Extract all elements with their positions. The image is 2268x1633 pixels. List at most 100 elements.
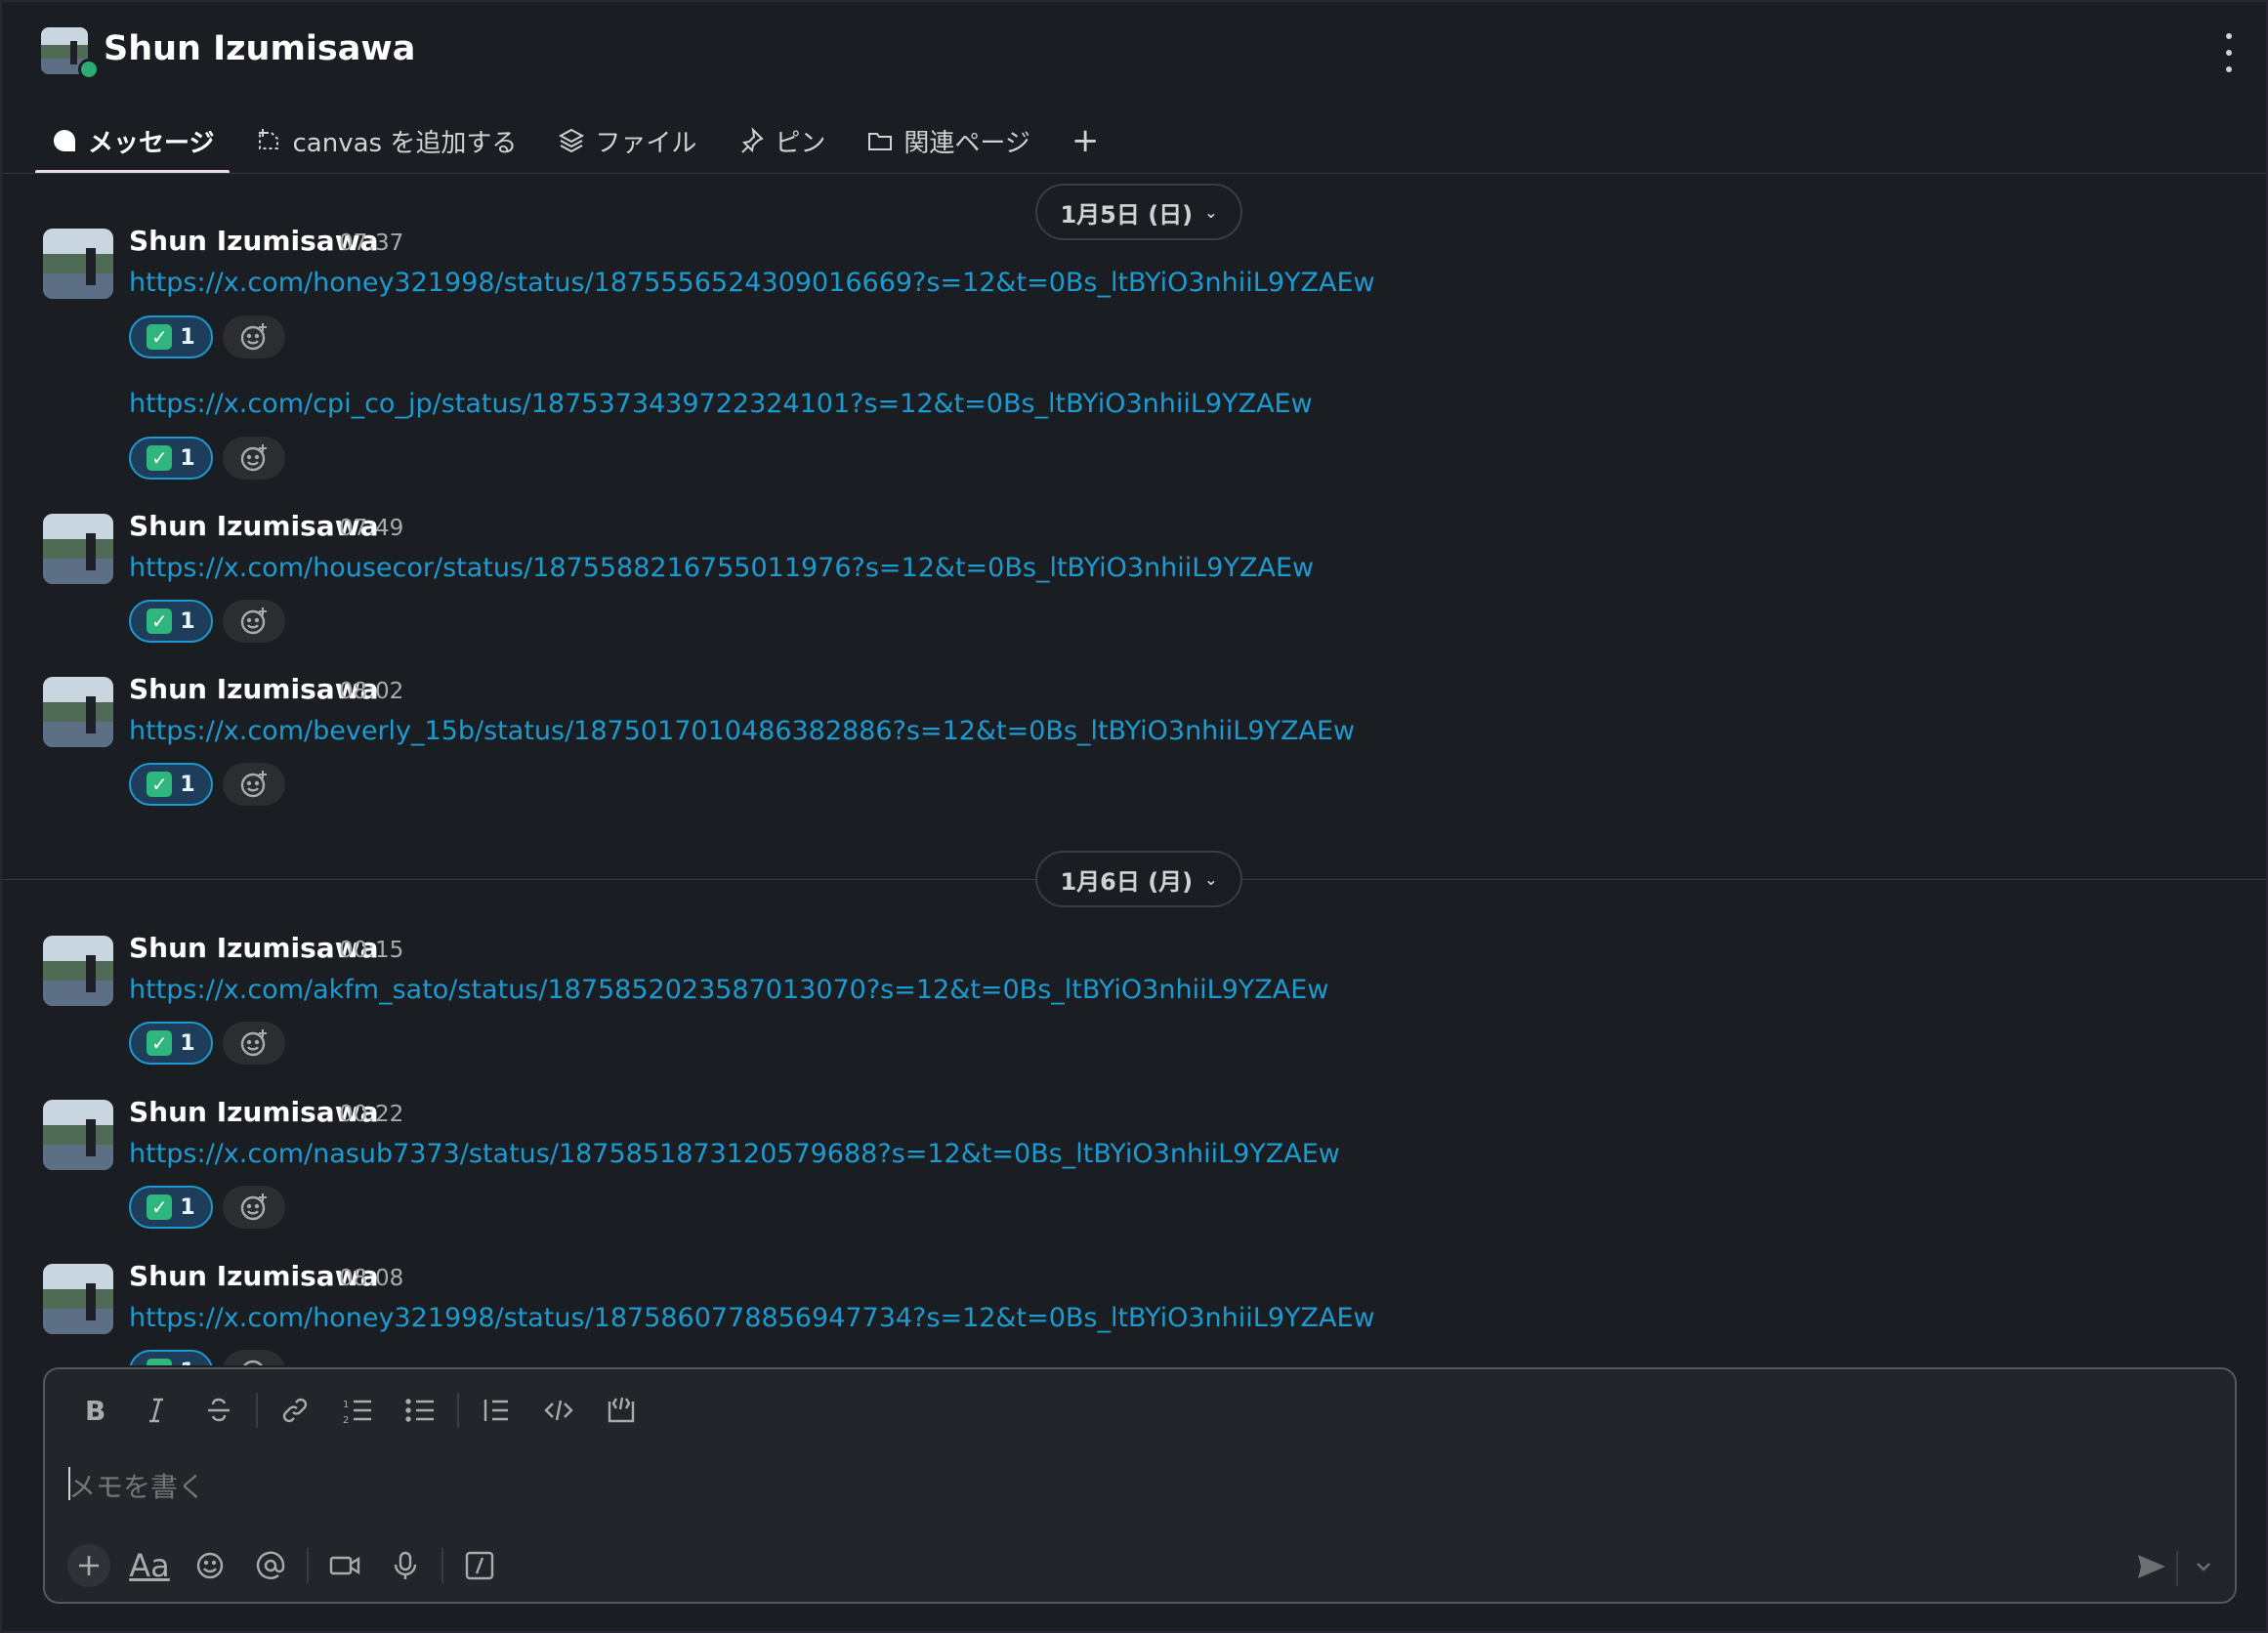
- message-link[interactable]: https://x.com/honey321998/status/1875556…: [129, 268, 1375, 298]
- tab-pins[interactable]: ピン: [722, 107, 841, 174]
- reaction-count: 1: [180, 772, 195, 797]
- message-timestamp[interactable]: 00:22: [339, 1102, 403, 1127]
- reaction-count: 1: [180, 1194, 195, 1220]
- ordered-list-icon[interactable]: 12: [326, 1389, 389, 1432]
- reaction-button[interactable]: ✓1: [129, 600, 213, 643]
- send-options-chevron-icon[interactable]: [2194, 1557, 2213, 1580]
- divider: [2176, 1551, 2178, 1586]
- channel-header: Shun Izumisawa: [2, 2, 2266, 104]
- add-emoji-icon: [240, 1029, 267, 1057]
- tab-label: 関連ページ: [903, 128, 1030, 158]
- italic-icon[interactable]: [125, 1389, 188, 1432]
- message-link[interactable]: https://x.com/housecor/status/1875588216…: [129, 553, 1314, 583]
- blockquote-icon[interactable]: [465, 1389, 527, 1432]
- avatar[interactable]: [43, 936, 113, 1006]
- message-link[interactable]: https://x.com/nasub7373/status/187585187…: [129, 1139, 1340, 1169]
- presence-indicator: [78, 59, 100, 80]
- date-label: 1月6日 (月): [1060, 867, 1194, 896]
- check-emoji-icon: ✓: [147, 772, 173, 797]
- divider: [307, 1548, 309, 1583]
- reaction-button[interactable]: ✓1: [129, 1350, 213, 1365]
- avatar[interactable]: [43, 1264, 113, 1334]
- emoji-button[interactable]: [180, 1541, 240, 1590]
- channel-title[interactable]: Shun Izumisawa: [104, 29, 415, 68]
- message-link[interactable]: https://x.com/beverly_15b/status/1875017…: [129, 716, 1355, 746]
- message-link[interactable]: https://x.com/akfm_sato/status/187585202…: [129, 975, 1328, 1005]
- message-timestamp[interactable]: 08:02: [339, 679, 403, 704]
- bullet-list-icon[interactable]: [389, 1389, 451, 1432]
- add-tab-button[interactable]: +: [1056, 107, 1115, 174]
- reaction-count: 1: [180, 608, 195, 634]
- tab-related-pages[interactable]: 関連ページ: [851, 107, 1045, 174]
- divider: [441, 1548, 443, 1583]
- text-cursor: [68, 1467, 70, 1500]
- mention-button[interactable]: [240, 1541, 301, 1590]
- code-block-icon[interactable]: [590, 1389, 652, 1432]
- text-format-button[interactable]: Aa: [119, 1541, 180, 1590]
- add-reaction-button[interactable]: [223, 437, 285, 480]
- message-timestamp[interactable]: 07:37: [339, 230, 403, 256]
- date-divider-button[interactable]: 1月6日 (月) ⌄: [1035, 851, 1242, 907]
- shortcuts-button[interactable]: [449, 1541, 510, 1590]
- svg-text:B: B: [85, 1396, 105, 1425]
- strikethrough-icon[interactable]: [188, 1389, 250, 1432]
- message-link[interactable]: https://x.com/honey321998/status/1875860…: [129, 1303, 1375, 1333]
- avatar[interactable]: [43, 229, 113, 299]
- link-icon[interactable]: [264, 1389, 326, 1432]
- reaction-count: 1: [180, 1360, 194, 1366]
- audio-button[interactable]: [375, 1541, 436, 1590]
- avatar[interactable]: [43, 514, 113, 584]
- code-icon[interactable]: [527, 1389, 590, 1432]
- reaction-button[interactable]: ✓1: [129, 437, 213, 480]
- more-options-icon[interactable]: [2223, 33, 2235, 72]
- formatting-toolbar: B 12: [63, 1389, 652, 1432]
- check-emoji-icon: ✓: [147, 1030, 173, 1056]
- tab-canvas[interactable]: canvas を追加する: [239, 107, 532, 174]
- emoji-icon: [196, 1552, 224, 1579]
- add-emoji-icon: [243, 1360, 263, 1365]
- reaction-button[interactable]: ✓1: [129, 763, 213, 806]
- send-button[interactable]: [2135, 1551, 2168, 1586]
- date-label: 1月5日 (日): [1060, 200, 1194, 229]
- tab-label: メッセージ: [88, 128, 215, 158]
- composer-actions: Aa: [59, 1541, 510, 1590]
- message-timestamp[interactable]: 00:15: [339, 938, 403, 963]
- message-link[interactable]: https://x.com/cpi_co_jp/status/187537343…: [129, 389, 1313, 419]
- reaction-button[interactable]: ✓1: [129, 1186, 213, 1229]
- reaction-button[interactable]: ✓1: [129, 315, 213, 358]
- attach-button[interactable]: [59, 1541, 119, 1590]
- tab-label: canvas を追加する: [292, 128, 518, 158]
- canvas-add-icon: [259, 129, 279, 149]
- send-icon: [2138, 1555, 2165, 1578]
- video-button[interactable]: [315, 1541, 375, 1590]
- check-emoji-icon: ✓: [147, 608, 173, 634]
- add-reaction-button[interactable]: [223, 763, 285, 806]
- svg-text:1: 1: [343, 1400, 349, 1410]
- message-timestamp[interactable]: 07:49: [339, 516, 403, 541]
- add-emoji-icon: [240, 771, 267, 798]
- check-emoji-icon: ✓: [147, 1194, 173, 1220]
- message-timestamp[interactable]: 08:08: [339, 1266, 403, 1291]
- reaction-button[interactable]: ✓1: [129, 1022, 213, 1065]
- date-divider-button[interactable]: 1月5日 (日) ⌄: [1035, 184, 1242, 240]
- bold-icon[interactable]: B: [63, 1389, 125, 1432]
- add-reaction-button[interactable]: [223, 600, 285, 643]
- message-icon: [54, 130, 75, 151]
- add-reaction-button[interactable]: [223, 1350, 285, 1365]
- tab-messages[interactable]: メッセージ: [35, 107, 231, 174]
- add-reaction-button[interactable]: [223, 315, 285, 358]
- add-reaction-button[interactable]: [223, 1186, 285, 1229]
- avatar[interactable]: [43, 1100, 113, 1170]
- divider: [256, 1393, 258, 1428]
- add-reaction-button[interactable]: [223, 1022, 285, 1065]
- reaction-count: 1: [180, 1030, 195, 1056]
- tab-files[interactable]: ファイル: [542, 107, 712, 174]
- channel-tabs: メッセージ canvas を追加する ファイル ピン 関連ページ +: [35, 107, 1124, 174]
- avatar[interactable]: [43, 677, 113, 747]
- add-emoji-icon: [240, 607, 267, 635]
- message-list[interactable]: 1月5日 (日) ⌄ Shun Izumisawa 07:37 https://x…: [2, 174, 2266, 1365]
- message-input[interactable]: [68, 1465, 2207, 1508]
- video-icon: [329, 1556, 360, 1575]
- chevron-down-icon: ⌄: [1204, 202, 1218, 222]
- pin-icon: [741, 127, 765, 153]
